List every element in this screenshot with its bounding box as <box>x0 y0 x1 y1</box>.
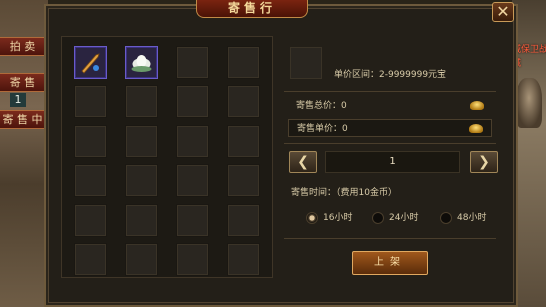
duration-16h-label: 16小时 <box>323 213 353 223</box>
close-button[interactable]: ✕ <box>492 2 514 22</box>
item-slot[interactable] <box>176 164 209 198</box>
quantity-input[interactable]: 1 <box>325 151 460 173</box>
item-slot[interactable] <box>176 203 209 237</box>
item-slot[interactable] <box>74 85 107 119</box>
ingot-icon <box>470 101 484 110</box>
item-slot[interactable] <box>227 243 260 276</box>
npc-figure <box>516 78 542 128</box>
sword-item-icon <box>78 50 103 75</box>
item-slot[interactable] <box>74 124 107 158</box>
lotus-item-icon <box>129 50 154 75</box>
item-slot[interactable] <box>176 46 209 79</box>
divider <box>284 143 496 144</box>
item-slot[interactable] <box>74 164 107 198</box>
item-slot[interactable] <box>176 124 209 158</box>
item-slot[interactable] <box>125 124 158 158</box>
consign-time-label: 寄售时间：（费用10金币） <box>291 188 397 198</box>
price-range-text: 单价区间：2-9999999元宝 <box>334 70 447 80</box>
duration-24h-label: 24小时 <box>389 213 419 223</box>
item-slot[interactable] <box>125 203 158 237</box>
item-slot[interactable] <box>74 203 107 237</box>
tab-consign[interactable]: 寄 售 <box>0 73 46 92</box>
item-slot[interactable] <box>125 85 158 119</box>
radio-unselected-icon <box>440 212 452 224</box>
item-slot[interactable] <box>125 46 158 79</box>
duration-48h-label: 48小时 <box>457 213 487 223</box>
duration-48h-radio[interactable]: 48小时 <box>440 211 486 225</box>
item-slot[interactable] <box>227 203 260 237</box>
list-item-button[interactable]: 上架 <box>352 251 428 275</box>
duration-16h-radio[interactable]: 16小时 <box>306 211 352 225</box>
consign-count-badge: 1 <box>10 93 26 107</box>
decrease-quantity-button[interactable]: ❮ <box>289 151 317 173</box>
tab-consigning[interactable]: 寄 售 中 <box>0 110 46 129</box>
item-slot[interactable] <box>227 124 260 158</box>
divider <box>284 238 496 239</box>
item-slot[interactable] <box>227 85 260 119</box>
ingot-icon <box>469 124 483 133</box>
item-slot[interactable] <box>227 164 260 198</box>
item-preview-slot <box>290 47 322 79</box>
panel-title: 寄售行 <box>196 0 308 18</box>
radio-selected-icon <box>306 212 318 224</box>
item-slot[interactable] <box>125 243 158 276</box>
item-slot[interactable] <box>176 85 209 119</box>
unit-price-field[interactable]: 寄售单价：0 <box>288 119 492 137</box>
item-slot[interactable] <box>74 46 107 79</box>
unit-price-label: 寄售单价：0 <box>297 124 348 134</box>
increase-quantity-button[interactable]: ❯ <box>470 151 498 173</box>
item-slot[interactable] <box>176 243 209 276</box>
total-price-field: 寄售总价：0 <box>288 97 492 115</box>
duration-24h-radio[interactable]: 24小时 <box>372 211 418 225</box>
item-slot[interactable] <box>74 243 107 276</box>
tab-auction[interactable]: 拍 卖 <box>0 37 46 56</box>
total-price-label: 寄售总价：0 <box>296 101 347 111</box>
radio-unselected-icon <box>372 212 384 224</box>
divider <box>284 91 496 92</box>
item-slot[interactable] <box>125 164 158 198</box>
item-slot[interactable] <box>227 46 260 79</box>
